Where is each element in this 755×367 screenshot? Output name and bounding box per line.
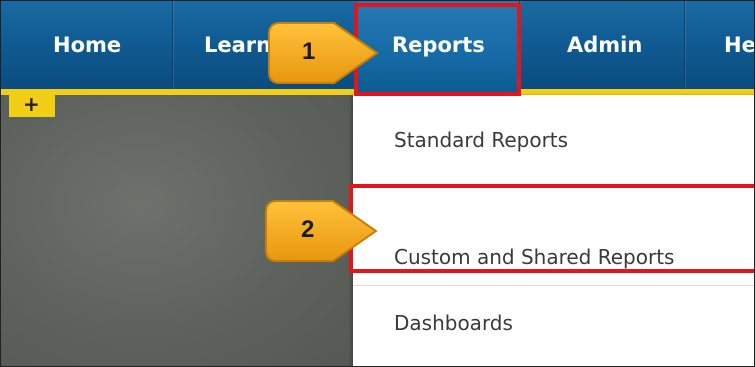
nav-separator: [684, 1, 685, 89]
nav-separator: [519, 1, 520, 89]
menu-item-standard-reports[interactable]: Standard Reports: [353, 105, 754, 175]
menu-divider: [353, 185, 754, 186]
app-frame: Home Learn Reports Admin He + Standard R…: [0, 0, 755, 367]
nav-home[interactable]: Home: [53, 1, 121, 89]
menu-item-custom-shared-reports[interactable]: Custom and Shared Reports: [353, 222, 754, 292]
add-panel-button[interactable]: +: [9, 94, 55, 117]
nav-learn[interactable]: Learn: [204, 1, 271, 89]
menu-item-dashboards[interactable]: Dashboards: [353, 288, 754, 358]
callout-arrow-shape: [268, 22, 379, 84]
nav-separator: [172, 1, 173, 89]
nav-reports[interactable]: Reports: [392, 1, 485, 89]
reports-dropdown-menu: Standard Reports Custom and Shared Repor…: [353, 95, 754, 366]
nav-help[interactable]: He: [724, 1, 754, 89]
callout-number: 2: [301, 216, 315, 243]
nav-admin[interactable]: Admin: [567, 1, 642, 89]
callout-number: 1: [302, 38, 316, 65]
step-callout-1: 1: [266, 20, 381, 86]
menu-divider: [353, 285, 754, 286]
step-callout-2: 2: [263, 198, 380, 264]
callout-arrow-shape: [265, 200, 378, 262]
